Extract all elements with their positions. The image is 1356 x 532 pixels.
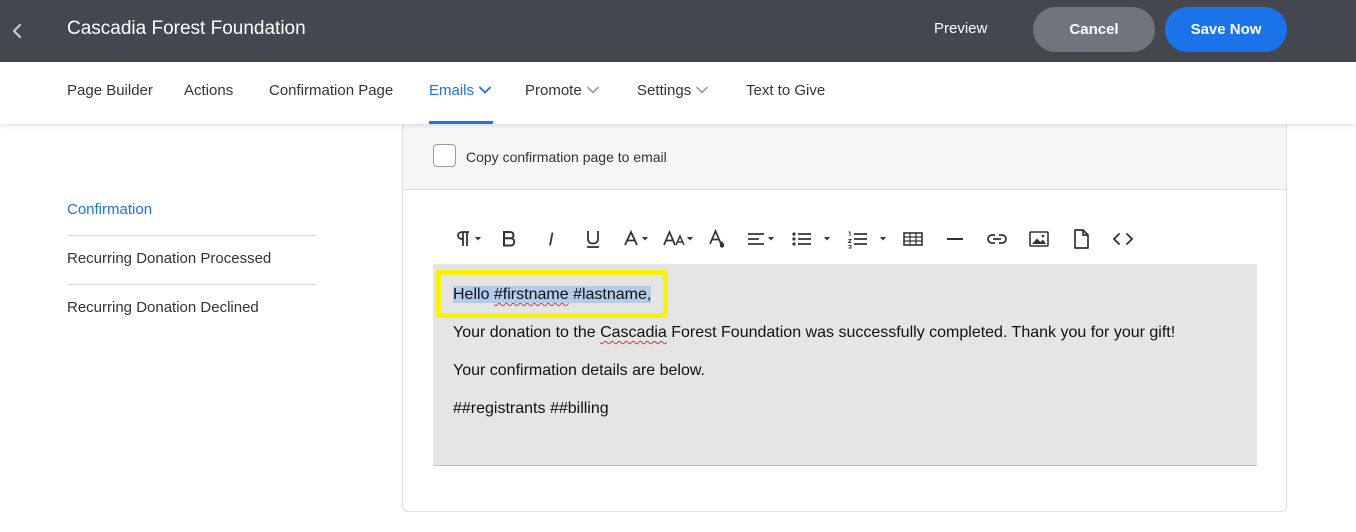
body-after: Forest Foundation was successfully compl… <box>666 324 1176 341</box>
selected-greeting: Hello #firstname #lastname, <box>453 286 652 303</box>
sidebar-item-confirmation[interactable]: Confirmation <box>67 187 317 236</box>
details-line: Your confirmation details are below. <box>453 362 705 379</box>
chevron-down-icon <box>695 81 709 101</box>
tab-label: Text to Give <box>746 82 826 99</box>
tab-label: Settings <box>637 82 692 99</box>
tab-settings[interactable]: Settings <box>637 81 709 101</box>
chevron-left-icon[interactable] <box>8 19 28 43</box>
paragraph-format-icon[interactable] <box>453 227 485 251</box>
tab-label: Confirmation Page <box>269 82 394 99</box>
text-color-icon[interactable] <box>705 227 729 251</box>
underline-icon[interactable] <box>581 227 605 251</box>
chevron-down-icon <box>586 81 600 101</box>
greeting-line: Hello #firstname #lastname, <box>453 285 652 305</box>
lastname-tag: #lastname <box>573 286 647 303</box>
tab-actions[interactable]: Actions <box>184 81 233 101</box>
ordered-list-icon[interactable] <box>845 227 891 251</box>
body-line: Your donation to the Cascadia Forest Fou… <box>453 323 1175 343</box>
font-size-icon[interactable] <box>661 227 697 251</box>
unordered-list-icon[interactable] <box>789 227 835 251</box>
preview-link[interactable]: Preview <box>934 19 987 39</box>
body-org-word: Cascadia <box>600 324 667 341</box>
tab-label: Actions <box>184 82 234 99</box>
sidebar-item-recurring-declined[interactable]: Recurring Donation Declined <box>67 285 317 334</box>
code-view-icon[interactable] <box>1109 227 1137 251</box>
save-now-button[interactable]: Save Now <box>1165 7 1287 52</box>
table-icon[interactable] <box>901 227 925 251</box>
sidebar-item-recurring-processed[interactable]: Recurring Donation Processed <box>67 236 317 285</box>
tab-label: Emails <box>429 82 475 99</box>
email-editor-panel: Copy confirmation page to email Hello #f… <box>402 124 1287 512</box>
greeting-comma: , <box>646 286 652 303</box>
chevron-down-icon <box>478 81 492 101</box>
tab-label: Page Builder <box>67 82 153 99</box>
copy-confirmation-label: Copy confirmation page to email <box>466 149 667 165</box>
copy-confirmation-row: Copy confirmation page to email <box>403 124 1286 190</box>
tab-page-builder[interactable]: Page Builder <box>67 81 153 101</box>
horizontal-line-icon[interactable] <box>943 227 967 251</box>
tab-confirmation-page[interactable]: Confirmation Page <box>269 81 393 101</box>
link-icon[interactable] <box>985 227 1009 251</box>
tab-text-to-give[interactable]: Text to Give <box>746 81 825 101</box>
italic-icon[interactable] <box>539 227 563 251</box>
file-icon[interactable] <box>1069 227 1093 251</box>
nav-bar: Page Builder Actions Confirmation Page E… <box>0 62 1356 124</box>
tab-promote[interactable]: Promote <box>525 81 600 101</box>
page-title: Cascadia Forest Foundation <box>67 18 306 39</box>
tab-emails[interactable]: Emails <box>429 81 492 101</box>
top-bar: Cascadia Forest Foundation Preview Cance… <box>0 0 1356 62</box>
email-body-editor[interactable]: Hello #firstname #lastname, Your donatio… <box>433 264 1257 466</box>
font-family-icon[interactable] <box>621 227 653 251</box>
bold-icon[interactable] <box>497 227 521 251</box>
copy-confirmation-checkbox[interactable] <box>433 144 456 167</box>
cancel-button[interactable]: Cancel <box>1033 7 1155 52</box>
tab-label: Promote <box>525 82 582 99</box>
active-tab-indicator <box>429 121 493 124</box>
align-icon[interactable] <box>745 227 779 251</box>
merge-tags-line: ##registrants ##billing <box>453 400 609 417</box>
greeting-hello: Hello <box>453 286 494 303</box>
body-before: Your donation to the <box>453 324 601 341</box>
firstname-tag: #firstname <box>493 286 569 303</box>
image-icon[interactable] <box>1027 227 1051 251</box>
